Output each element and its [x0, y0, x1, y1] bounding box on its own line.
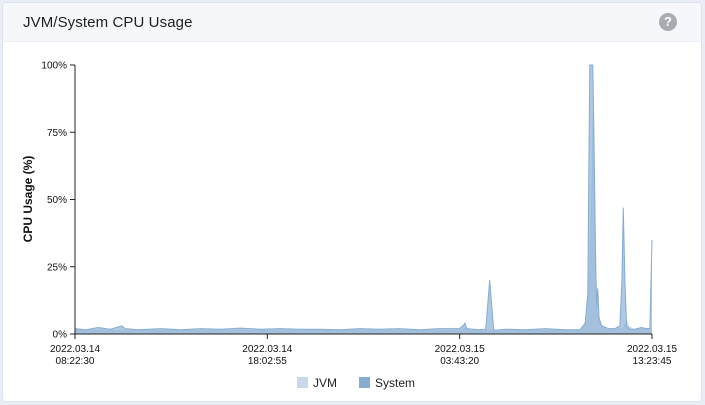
y-tick-label: 50% — [47, 195, 67, 206]
series-areas — [74, 64, 653, 334]
y-axis-title: CPU Usage (%) — [21, 156, 35, 243]
chart-legend: JVM System — [297, 376, 415, 390]
y-tick-label: 100% — [41, 61, 67, 72]
legend-swatch-jvm — [297, 377, 308, 388]
legend-label-system: System — [375, 376, 415, 390]
x-tick-time: 08:22:30 — [56, 356, 95, 367]
y-tick-label: 25% — [47, 262, 67, 273]
series-area-system — [75, 65, 652, 334]
legend-label-jvm: JVM — [313, 376, 337, 390]
y-tick-label: 75% — [47, 128, 67, 139]
x-tick-time: 13:23:45 — [633, 356, 672, 367]
x-tick-date: 2022.03.15 — [627, 344, 677, 355]
x-tick-date: 2022.03.14 — [242, 344, 292, 355]
series-line-jvm — [74, 105, 652, 332]
legend-swatch-system — [359, 377, 370, 388]
x-tick-time: 03:43:20 — [440, 356, 479, 367]
y-tick-label: 0% — [53, 330, 68, 341]
series-line-system — [74, 64, 653, 331]
chart-axes: 0%25%50%75%100%2022.03.1408:22:302022.03… — [41, 61, 677, 368]
cpu-usage-chart: 0%25%50%75%100%2022.03.1408:22:302022.03… — [21, 61, 677, 391]
x-tick-date: 2022.03.15 — [435, 344, 485, 355]
x-tick-time: 18:02:55 — [248, 356, 287, 367]
series-area-jvm — [75, 105, 652, 334]
x-tick-date: 2022.03.14 — [50, 344, 100, 355]
